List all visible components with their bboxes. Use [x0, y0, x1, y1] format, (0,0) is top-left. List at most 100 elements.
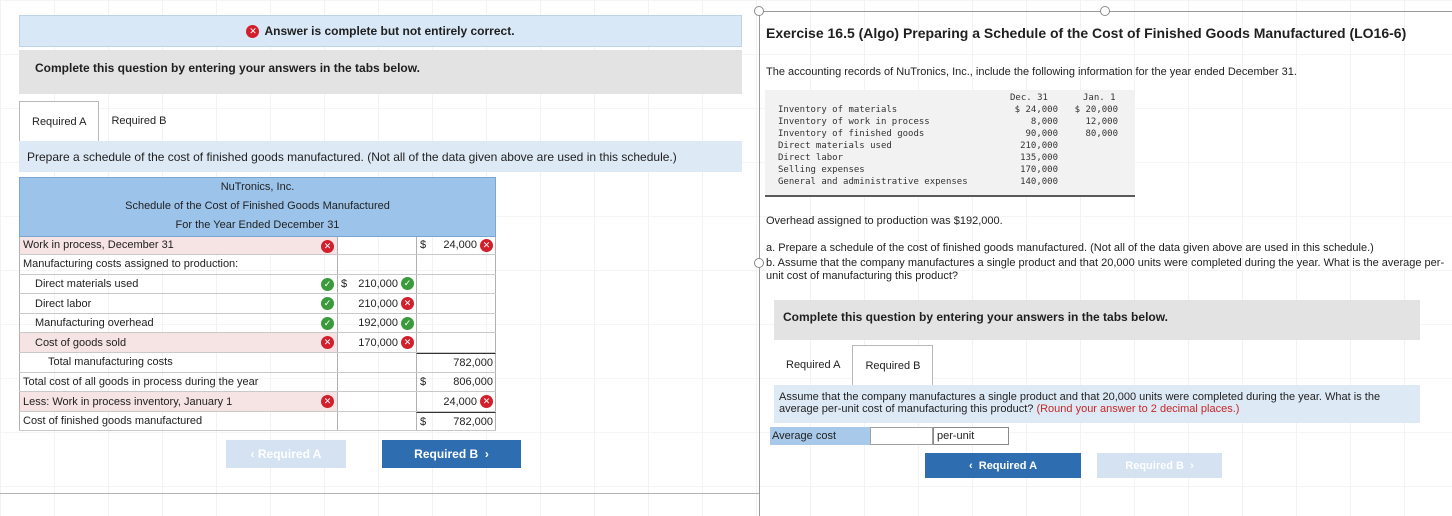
row-label-text: Direct labor [35, 297, 92, 310]
amount-cell[interactable]: $210,000 ✓ [337, 274, 416, 294]
amount-value: 210,000 [358, 277, 398, 290]
records-table: Dec. 31 Jan. 1 Inventory of materials $ 2… [765, 90, 1135, 197]
row-label[interactable]: Direct labor ✓ [19, 294, 337, 313]
schedule-period: For the Year Ended December 31 [19, 216, 496, 236]
amount-cell[interactable]: 192,000 ✓ [337, 313, 416, 333]
row-label[interactable]: Work in process, December 31 ✕ [19, 236, 337, 255]
records-row: Direct materials used 210,000 [778, 141, 1118, 153]
incorrect-icon: ✕ [321, 239, 334, 253]
dollar-sign: $ [420, 415, 427, 428]
total-cell[interactable] [416, 313, 496, 333]
next-required-b-button[interactable]: Required B › [1097, 453, 1222, 478]
instruction-box: Complete this question by entering your … [774, 300, 1420, 340]
schedule-rows: Work in process, December 31 ✕ $24,000 ✕ Man… [19, 235, 496, 432]
average-cost-row: Average cost per-unit [770, 427, 1009, 445]
tab-required-b[interactable]: Required B [852, 345, 934, 385]
total-cell[interactable]: $806,000 [416, 372, 496, 392]
correct-icon: ✓ [401, 277, 414, 291]
records-row: Selling expenses 170,000 [778, 165, 1118, 177]
records-value: 90,000 [1025, 129, 1058, 139]
button-label: Required A [978, 459, 1038, 472]
schedule-company: NuTronics, Inc. [19, 177, 496, 197]
row-label[interactable]: Total cost of all goods in process durin… [19, 372, 337, 392]
row-label-text: Cost of goods sold [35, 336, 127, 349]
schedule-table: NuTronics, Inc. Schedule of the Cost of … [19, 177, 496, 432]
overhead-text: Overhead assigned to production was $192… [766, 215, 1003, 227]
dollar-sign: $ [341, 277, 348, 290]
button-label: Required B [1125, 459, 1184, 472]
row-label[interactable]: Direct materials used ✓ [19, 274, 337, 294]
schedule-row: Direct labor ✓ 210,000 ✕ [19, 294, 496, 314]
total-cell[interactable] [416, 274, 496, 294]
row-label[interactable]: Less: Work in process inventory, January… [19, 392, 337, 411]
total-cell[interactable] [416, 333, 496, 353]
records-row: Inventory of work in process 8,000 12,000 [778, 117, 1118, 129]
amount-cell[interactable] [337, 411, 416, 431]
amount-value: 782,000 [453, 415, 493, 428]
incorrect-icon: ✕ [321, 395, 334, 409]
amount-cell[interactable] [337, 372, 416, 392]
tab-required-b[interactable]: Required B [99, 101, 178, 141]
records-row: Direct labor 135,000 [778, 153, 1118, 165]
records-row: Inventory of finished goods 90,000 80,000 [778, 129, 1118, 141]
amount-value: 782,000 [453, 356, 493, 369]
amount-cell[interactable] [337, 353, 416, 372]
prev-required-a-button[interactable]: ‹ Required A [925, 453, 1081, 478]
records-label: Selling expenses [778, 165, 865, 175]
total-cell[interactable] [416, 294, 496, 313]
records-label: General and administrative expenses [778, 177, 968, 187]
button-label: Required A [257, 447, 322, 461]
records-row: Inventory of materials $ 24,000 $ 20,000 [778, 105, 1118, 117]
answer-status-banner: ✕ Answer is complete but not entirely co… [19, 15, 742, 47]
average-cost-input[interactable] [870, 427, 933, 445]
tab-required-a[interactable]: Required A [774, 345, 852, 385]
next-required-b-button[interactable]: Required B › [382, 440, 521, 468]
records-value: $ 24,000 [1014, 105, 1058, 115]
answer-status-text: Answer is complete but not entirely corr… [264, 24, 515, 38]
records-col-dec: Dec. 31 [1010, 93, 1048, 103]
total-cell[interactable] [416, 255, 496, 274]
records-col-jan: Jan. 1 [1083, 93, 1116, 103]
tab-label: Required B [111, 115, 167, 127]
question-prompt: Prepare a schedule of the cost of finish… [19, 141, 742, 172]
total-cell[interactable]: 782,000 [416, 353, 496, 372]
question-prompt-text: Prepare a schedule of the cost of finish… [27, 150, 677, 164]
handle-icon [754, 6, 764, 16]
row-label-text: Direct materials used [35, 277, 139, 290]
schedule-row: Cost of goods sold ✕ 170,000 ✕ [19, 333, 496, 354]
tab-bar: Required A Required B [774, 345, 934, 385]
records-value [1058, 177, 1118, 189]
prev-required-a-button[interactable]: ‹ Required A [226, 440, 346, 468]
amount-cell[interactable] [337, 255, 416, 274]
correct-icon: ✓ [321, 277, 334, 291]
row-label[interactable]: Cost of finished goods manufactured [19, 411, 337, 431]
amount-value: 24,000 [443, 395, 477, 408]
records-value [1058, 165, 1118, 177]
row-label[interactable]: Total manufacturing costs [19, 353, 337, 372]
amount-cell[interactable] [337, 392, 416, 411]
row-label-text: Work in process, December 31 [23, 239, 174, 252]
amount-cell[interactable] [337, 236, 416, 255]
schedule-row: Direct materials used ✓ $210,000 ✓ [19, 274, 496, 295]
chevron-left-icon: ‹ [250, 447, 258, 461]
row-label-text: Manufacturing overhead [35, 317, 154, 330]
correct-icon: ✓ [321, 297, 334, 311]
amount-cell[interactable]: 210,000 ✕ [337, 294, 416, 313]
amount-cell[interactable]: 170,000 ✕ [337, 333, 416, 353]
records-label: Inventory of materials [778, 105, 898, 115]
total-cell[interactable]: $782,000 [416, 411, 496, 431]
row-label[interactable]: Cost of goods sold ✕ [19, 333, 337, 353]
instruction-text: Complete this question by entering your … [35, 61, 420, 75]
total-cell[interactable]: 24,000 ✕ [416, 392, 496, 411]
amount-value: 192,000 [358, 317, 398, 330]
incorrect-icon: ✕ [321, 336, 334, 350]
schedule-row: Total manufacturing costs 782,000 [19, 353, 496, 373]
records-row: General and administrative expenses 140,0… [778, 177, 1118, 189]
row-label[interactable]: Manufacturing overhead ✓ [19, 313, 337, 333]
tab-required-a[interactable]: Required A [19, 101, 100, 141]
amount-value: 170,000 [358, 336, 398, 349]
row-label[interactable]: Manufacturing costs assigned to producti… [19, 255, 337, 274]
total-cell[interactable]: $24,000 ✕ [416, 236, 496, 255]
records-label: Direct materials used [778, 141, 892, 151]
chevron-right-icon: › [1183, 459, 1194, 472]
